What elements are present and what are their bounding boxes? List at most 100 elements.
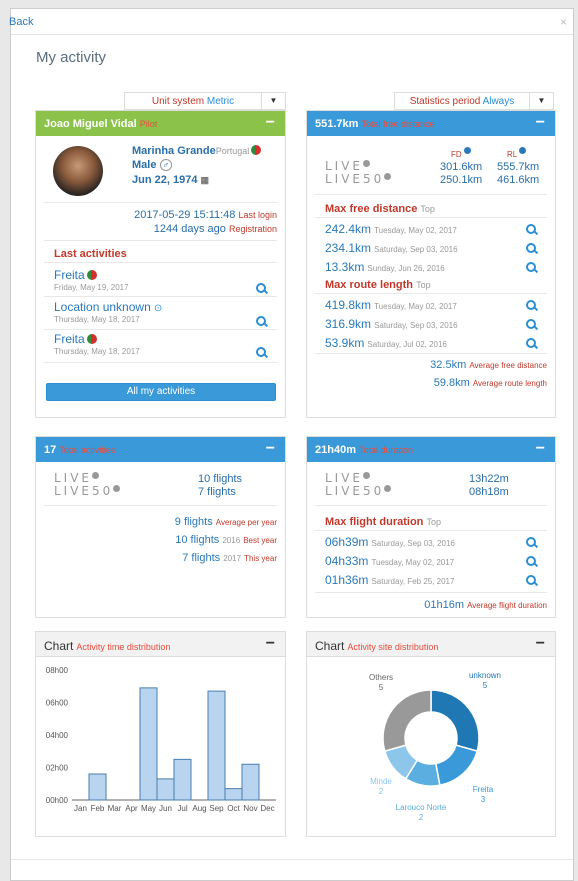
slice-value: 2 — [379, 787, 384, 796]
bar[interactable] — [139, 687, 158, 801]
search-icon[interactable] — [526, 243, 538, 255]
y-tick-label: 02h00 — [46, 764, 69, 773]
rl-header: RL — [507, 150, 517, 159]
info-icon[interactable] — [384, 173, 392, 180]
slice-label: Others — [369, 673, 393, 682]
search-icon[interactable] — [256, 283, 268, 295]
max-route-value: 316.9km — [325, 317, 372, 331]
search-icon[interactable] — [256, 316, 268, 328]
live50-rl-value: 461.6km — [497, 174, 540, 186]
per-year-value: 9 flights — [174, 516, 213, 528]
info-icon[interactable] — [463, 147, 471, 154]
best-year-label: Best year — [243, 536, 277, 545]
collapse-icon[interactable]: − — [536, 114, 545, 132]
x-tick-label: Jan — [74, 804, 87, 813]
bar[interactable] — [173, 758, 192, 801]
total-activities-label: Total activities — [59, 445, 116, 455]
search-icon[interactable] — [526, 300, 538, 312]
max-free-value: 242.4km — [325, 222, 372, 236]
statistics-period-select[interactable]: Statistics period Always ▼ — [394, 92, 554, 110]
live50-fd-value: 250.1km — [440, 174, 483, 186]
modal-topbar: Back × — [9, 9, 573, 35]
search-icon[interactable] — [526, 262, 538, 274]
max-duration-date: Saturday, Feb 25, 2017 — [371, 577, 455, 586]
x-tick-label: Dec — [260, 804, 274, 813]
y-tick-label: 04h00 — [46, 731, 69, 740]
registration-value: 1244 days ago — [153, 223, 226, 235]
search-icon[interactable] — [526, 575, 538, 587]
back-link[interactable]: Back — [9, 16, 33, 28]
slice-label: unknown — [469, 671, 501, 680]
max-duration-value: 04h33m — [325, 554, 369, 568]
activity-item[interactable]: Location unknown ⊙ Thursday, May 18, 201… — [54, 300, 162, 324]
max-duration-value: 06h39m — [325, 535, 369, 549]
collapse-icon[interactable]: − — [266, 114, 275, 132]
info-icon[interactable] — [384, 485, 392, 492]
bar[interactable] — [156, 778, 175, 801]
site-distribution-chart: unknown5Freita3Larouco Norte2Minde2Other… — [369, 671, 501, 822]
max-route-date: Tuesday, May 02, 2017 — [374, 302, 457, 311]
x-tick-label: Feb — [91, 804, 105, 813]
chart-title: Chart — [44, 639, 74, 653]
all-activities-button[interactable]: All my activities — [46, 383, 276, 401]
avg-free-value: 32.5km — [430, 359, 467, 371]
live-rl-value: 555.7km — [497, 161, 540, 173]
pie-slice[interactable] — [382, 689, 432, 753]
info-icon[interactable] — [92, 472, 100, 479]
bar[interactable] — [241, 763, 260, 801]
info-icon[interactable] — [363, 160, 371, 167]
search-icon[interactable] — [526, 537, 538, 549]
info-icon[interactable] — [363, 472, 371, 479]
top-label: Top — [420, 204, 435, 214]
pilot-country: Portugal — [215, 146, 250, 156]
max-free-value: 234.1km — [325, 241, 372, 255]
slice-value: 2 — [419, 813, 424, 822]
distance-panel: 551.7km Total free distance − FD RL LIVE … — [306, 110, 556, 418]
slice-label: Larouco Norte — [396, 803, 447, 812]
unit-system-label: Unit system — [151, 96, 205, 107]
pilot-birthday: Jun 22, 1974 — [132, 174, 198, 186]
top-label: Top — [426, 517, 441, 527]
collapse-icon[interactable]: − — [536, 440, 545, 458]
pie-slice[interactable] — [430, 689, 480, 753]
pilot-location: Marinha Grande — [132, 145, 216, 157]
search-icon[interactable] — [526, 224, 538, 236]
info-icon[interactable] — [113, 485, 121, 492]
collapse-icon[interactable]: − — [266, 440, 275, 458]
list-item[interactable]: 13.3km Sunday, Jun 26, 2016 — [325, 260, 445, 274]
unit-system-select[interactable]: Unit system Metric ▼ — [124, 92, 286, 110]
pie-slice[interactable] — [434, 744, 479, 787]
collapse-icon[interactable]: − — [536, 635, 545, 653]
info-icon[interactable] — [519, 147, 527, 154]
bar[interactable] — [224, 788, 243, 801]
search-icon[interactable] — [256, 347, 268, 359]
slice-value: 5 — [483, 681, 488, 690]
total-distance-value: 551.7km — [315, 118, 359, 130]
avg-duration-label: Average flight duration — [467, 601, 547, 610]
list-item[interactable]: 316.9km Saturday, Sep 03, 2016 — [325, 317, 458, 331]
per-year-label: Average per year — [215, 518, 277, 527]
activity-item[interactable]: Freita Friday, May 19, 2017 — [54, 268, 129, 292]
list-item[interactable]: 04h33m Tuesday, May 02, 2017 — [325, 554, 454, 568]
activity-site: Freita — [54, 332, 85, 346]
list-item[interactable]: 01h36m Saturday, Feb 25, 2017 — [325, 573, 454, 587]
close-icon[interactable]: × — [560, 15, 567, 29]
list-item[interactable]: 06h39m Saturday, Sep 03, 2016 — [325, 535, 455, 549]
list-item[interactable]: 242.4km Tuesday, May 02, 2017 — [325, 222, 457, 236]
search-icon[interactable] — [526, 556, 538, 568]
bar[interactable] — [207, 690, 226, 801]
total-distance-label: Total free distance — [361, 119, 435, 129]
bar[interactable] — [88, 773, 107, 801]
activity-item[interactable]: Freita Thursday, May 18, 2017 — [54, 332, 140, 356]
list-item[interactable]: 234.1km Saturday, Sep 03, 2016 — [325, 241, 458, 255]
search-icon[interactable] — [526, 319, 538, 331]
search-icon[interactable] — [526, 338, 538, 350]
live50-flights: 7 flights — [198, 486, 236, 498]
list-item[interactable]: 53.9km Saturday, Jul 02, 2016 — [325, 336, 447, 350]
registration-label: Registration — [228, 224, 277, 234]
last-activities-title: Last activities — [54, 248, 127, 260]
collapse-icon[interactable]: − — [266, 635, 275, 653]
chart-title: Chart — [315, 639, 345, 653]
x-tick-label: Aug — [192, 804, 206, 813]
list-item[interactable]: 419.8km Tuesday, May 02, 2017 — [325, 298, 457, 312]
